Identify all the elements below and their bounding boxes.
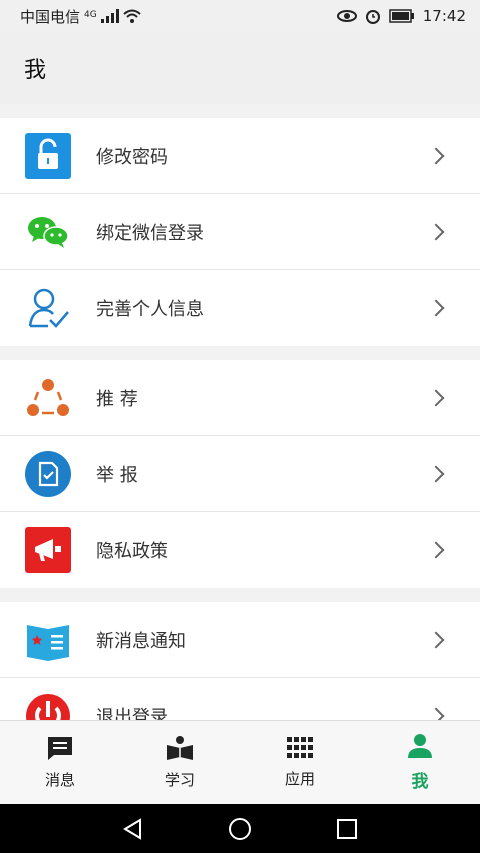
complete-profile-label: 完善个人信息 — [96, 299, 204, 320]
power-icon — [24, 692, 72, 720]
tab-study[interactable]: 学习 — [120, 721, 240, 804]
person-check-icon — [24, 284, 72, 332]
system-nav-bar — [0, 804, 480, 853]
settings-group-info: 推 荐 举 报 隐私政策 — [0, 360, 480, 588]
chevron-right-icon — [427, 707, 445, 720]
notification-book-icon — [24, 616, 72, 664]
privacy-policy-row[interactable]: 隐私政策 — [0, 512, 480, 588]
home-icon[interactable] — [228, 817, 252, 841]
page-header: 我 — [0, 32, 480, 104]
page-title: 我 — [24, 58, 47, 83]
wechat-icon — [24, 208, 72, 256]
report-document-icon — [24, 450, 72, 498]
settings-list: 修改密码 绑定微信登录 完善个人信息 推 荐 举 报 隐私政策 新消息通知 退出… — [0, 104, 480, 720]
report-label: 举 报 — [96, 464, 138, 486]
tab-messages-label: 消息 — [44, 771, 75, 789]
change-password-label: 修改密码 — [96, 146, 168, 168]
tab-me[interactable]: 我 — [360, 721, 480, 804]
settings-group-system: 新消息通知 退出登录 — [0, 602, 480, 720]
recents-icon[interactable] — [336, 818, 358, 840]
signal-icon — [100, 9, 119, 23]
new-message-notification-label: 新消息通知 — [96, 630, 186, 652]
tab-study-label: 学习 — [164, 771, 195, 789]
apps-grid-icon — [287, 737, 313, 758]
share-network-icon — [24, 374, 72, 422]
bind-wechat-label: 绑定微信登录 — [96, 222, 204, 244]
alarm-icon — [365, 10, 380, 24]
chevron-right-icon — [427, 465, 445, 482]
recommend-label: 推 荐 — [96, 388, 138, 410]
network-type: 4G — [84, 9, 97, 20]
person-icon — [408, 734, 432, 758]
new-message-notification-row[interactable]: 新消息通知 — [0, 602, 480, 678]
chevron-right-icon — [427, 147, 445, 164]
study-book-icon — [167, 736, 193, 760]
status-bar: 中国电信 4G 17:42 — [0, 0, 480, 32]
chevron-right-icon — [427, 299, 445, 317]
logout-row[interactable]: 退出登录 — [0, 678, 480, 720]
chevron-right-icon — [427, 541, 445, 559]
megaphone-icon — [24, 526, 72, 574]
clock-time: 17:42 — [422, 7, 466, 25]
bottom-tab-bar: 消息 学习 应用 我 — [0, 720, 480, 804]
message-icon — [48, 737, 72, 760]
unlock-icon — [24, 132, 72, 180]
report-row[interactable]: 举 报 — [0, 436, 480, 512]
change-password-row[interactable]: 修改密码 — [0, 118, 480, 194]
privacy-policy-label: 隐私政策 — [96, 541, 168, 562]
battery-icon — [389, 9, 414, 23]
chevron-right-icon — [427, 223, 445, 240]
chevron-right-icon — [427, 389, 445, 406]
tab-apps-label: 应用 — [284, 770, 315, 788]
carrier-label: 中国电信 — [20, 7, 81, 26]
tab-apps[interactable]: 应用 — [240, 721, 360, 804]
complete-profile-row[interactable]: 完善个人信息 — [0, 270, 480, 346]
recommend-row[interactable]: 推 荐 — [0, 360, 480, 436]
tab-me-label: 我 — [411, 772, 429, 792]
logout-label: 退出登录 — [96, 707, 168, 720]
back-icon[interactable] — [122, 817, 144, 840]
eye-icon — [336, 10, 357, 22]
chevron-right-icon — [427, 631, 445, 648]
settings-group-account: 修改密码 绑定微信登录 完善个人信息 — [0, 118, 480, 346]
wifi-icon — [123, 9, 141, 23]
bind-wechat-row[interactable]: 绑定微信登录 — [0, 194, 480, 270]
tab-messages[interactable]: 消息 — [0, 721, 120, 804]
